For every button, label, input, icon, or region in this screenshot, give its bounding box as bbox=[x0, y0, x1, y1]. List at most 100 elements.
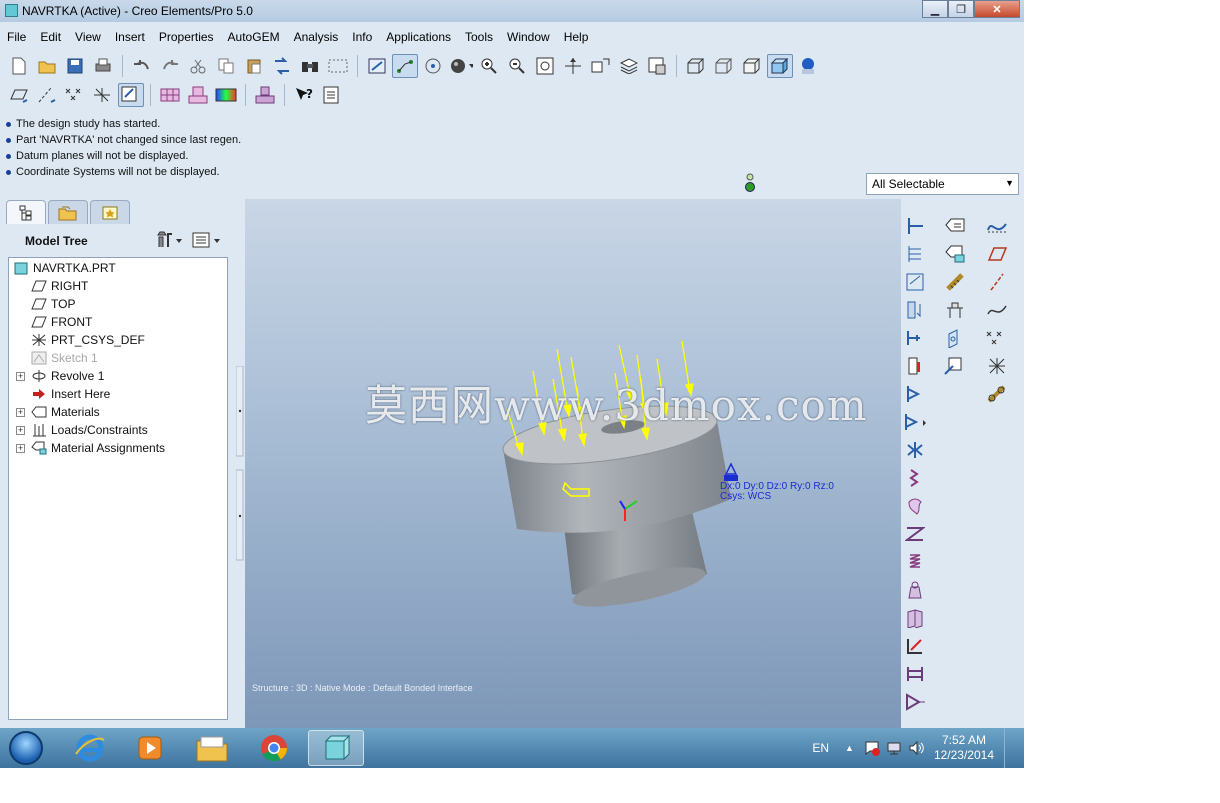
shading-icon[interactable] bbox=[448, 54, 474, 78]
force-moment-icon[interactable] bbox=[903, 215, 927, 237]
tray-expand-icon[interactable]: ▲ bbox=[845, 743, 854, 753]
analysis-feature-icon[interactable] bbox=[985, 383, 1009, 405]
analysis-run-icon[interactable] bbox=[252, 83, 278, 107]
refit-icon[interactable] bbox=[532, 54, 558, 78]
csys-tool-icon[interactable] bbox=[985, 355, 1009, 377]
print-icon[interactable] bbox=[90, 54, 116, 78]
context-help-icon[interactable]: ? bbox=[291, 83, 317, 107]
action-center-icon[interactable] bbox=[864, 740, 880, 756]
minimize-button[interactable]: ▁ bbox=[922, 0, 948, 18]
expand-toggle[interactable]: + bbox=[16, 426, 25, 435]
reorient-icon[interactable] bbox=[560, 54, 586, 78]
temperature-load-icon[interactable] bbox=[903, 355, 927, 377]
menu-autogem[interactable]: AutoGEM bbox=[221, 28, 287, 48]
expand-toggle[interactable]: + bbox=[16, 372, 25, 381]
saved-views-icon[interactable] bbox=[588, 54, 614, 78]
clock[interactable]: 7:52 AM 12/23/2014 bbox=[934, 733, 994, 763]
volume-icon[interactable] bbox=[908, 740, 924, 756]
layers-icon[interactable] bbox=[616, 54, 642, 78]
show-desktop-button[interactable] bbox=[1004, 728, 1014, 768]
tab-favorites[interactable] bbox=[90, 200, 130, 224]
gravity-icon[interactable] bbox=[903, 299, 927, 321]
orient-mode-icon[interactable] bbox=[420, 54, 446, 78]
find-icon[interactable] bbox=[297, 54, 323, 78]
bearing-load-icon[interactable] bbox=[903, 271, 927, 293]
spring-idealization-icon[interactable] bbox=[903, 467, 927, 489]
new-file-icon[interactable] bbox=[6, 54, 32, 78]
internet-explorer-icon[interactable] bbox=[62, 730, 118, 766]
shell-idealization-icon[interactable] bbox=[903, 607, 927, 629]
tab-model-tree[interactable] bbox=[6, 200, 46, 224]
panel-splitter[interactable] bbox=[236, 366, 244, 566]
datum-axis-tool-icon[interactable] bbox=[985, 271, 1009, 293]
redo-icon[interactable] bbox=[157, 54, 183, 78]
simulation-report-icon[interactable] bbox=[319, 83, 345, 107]
repaint-icon[interactable] bbox=[364, 54, 390, 78]
maximize-button[interactable]: ❐ bbox=[948, 0, 974, 18]
tree-item-csys[interactable]: PRT_CSYS_DEF bbox=[31, 331, 145, 349]
creo-taskbar-icon[interactable] bbox=[308, 730, 364, 766]
wireframe-icon[interactable] bbox=[683, 54, 709, 78]
volume-region-icon[interactable] bbox=[943, 327, 967, 349]
undo-icon[interactable] bbox=[129, 54, 155, 78]
model-display-icon[interactable] bbox=[795, 54, 821, 78]
file-explorer-icon[interactable] bbox=[184, 730, 240, 766]
results-icon[interactable] bbox=[213, 83, 239, 107]
hidden-line-icon[interactable] bbox=[711, 54, 737, 78]
selection-box-icon[interactable] bbox=[325, 54, 351, 78]
datum-point-tool-icon[interactable] bbox=[985, 327, 1009, 349]
open-folder-icon[interactable] bbox=[34, 54, 60, 78]
shaded-icon[interactable] bbox=[767, 54, 793, 78]
datum-curve-tool-icon[interactable] bbox=[985, 299, 1009, 321]
tree-settings-icon[interactable] bbox=[156, 231, 182, 249]
tree-item-right[interactable]: RIGHT bbox=[31, 277, 88, 295]
simulation-feature-icon[interactable] bbox=[943, 355, 967, 377]
centrifugal-icon[interactable] bbox=[903, 327, 927, 349]
spline-datum-icon[interactable] bbox=[985, 215, 1009, 237]
plane-datum-icon[interactable] bbox=[6, 83, 32, 107]
menu-properties[interactable]: Properties bbox=[152, 28, 221, 48]
menu-info[interactable]: Info bbox=[345, 28, 379, 48]
tree-item-insert-here[interactable]: Insert Here bbox=[31, 385, 110, 403]
traffic-light-icon[interactable] bbox=[744, 172, 756, 194]
selection-filter-dropdown[interactable]: All Selectable ▼ bbox=[866, 173, 1019, 195]
graphics-viewport[interactable]: 莫西网www.3dmox.com Dx:0 Dy:0 Dz:0 Ry:0 Rz:… bbox=[245, 199, 901, 728]
menu-analysis[interactable]: Analysis bbox=[287, 28, 346, 48]
network-icon[interactable] bbox=[886, 740, 902, 756]
csys-datum-icon[interactable] bbox=[90, 83, 116, 107]
material-tag-tool-icon[interactable] bbox=[943, 215, 967, 237]
cut-icon[interactable] bbox=[185, 54, 211, 78]
mass-idealization-icon[interactable] bbox=[903, 495, 927, 517]
rigid-link-icon[interactable] bbox=[903, 663, 927, 685]
pressure-load-icon[interactable] bbox=[903, 243, 927, 265]
tree-columns-icon[interactable] bbox=[192, 231, 222, 249]
media-player-icon[interactable] bbox=[122, 730, 178, 766]
chrome-icon[interactable] bbox=[246, 730, 302, 766]
tab-folder-browser[interactable] bbox=[48, 200, 88, 224]
beam-idealization-icon[interactable] bbox=[903, 523, 927, 545]
paste-icon[interactable] bbox=[241, 54, 267, 78]
displacement-constraint-icon[interactable] bbox=[903, 383, 927, 405]
menu-tools[interactable]: Tools bbox=[458, 28, 500, 48]
measure-icon[interactable] bbox=[943, 271, 967, 293]
symmetry-constraint-icon[interactable] bbox=[903, 439, 927, 461]
menu-insert[interactable]: Insert bbox=[108, 28, 152, 48]
tree-item-top[interactable]: TOP bbox=[31, 295, 75, 313]
spring-icon[interactable] bbox=[903, 551, 927, 573]
datum-plane-tool-icon[interactable] bbox=[985, 243, 1009, 265]
tree-item-material-assignments[interactable]: Material Assignments bbox=[31, 439, 165, 457]
mass-icon[interactable] bbox=[903, 579, 927, 601]
expand-toggle[interactable]: + bbox=[16, 444, 25, 453]
menu-help[interactable]: Help bbox=[557, 28, 596, 48]
copy-icon[interactable] bbox=[213, 54, 239, 78]
tree-item-front[interactable]: FRONT bbox=[31, 313, 92, 331]
tree-item-revolve[interactable]: Revolve 1 bbox=[31, 367, 104, 385]
axis-datum-icon[interactable] bbox=[34, 83, 60, 107]
menu-window[interactable]: Window bbox=[500, 28, 557, 48]
start-button[interactable] bbox=[4, 728, 48, 768]
menu-view[interactable]: View bbox=[68, 28, 108, 48]
material-assign-tool-icon[interactable] bbox=[943, 243, 967, 265]
close-button[interactable]: ✕ bbox=[974, 0, 1020, 18]
view-manager-icon[interactable] bbox=[644, 54, 670, 78]
regenerate-icon[interactable] bbox=[269, 54, 295, 78]
